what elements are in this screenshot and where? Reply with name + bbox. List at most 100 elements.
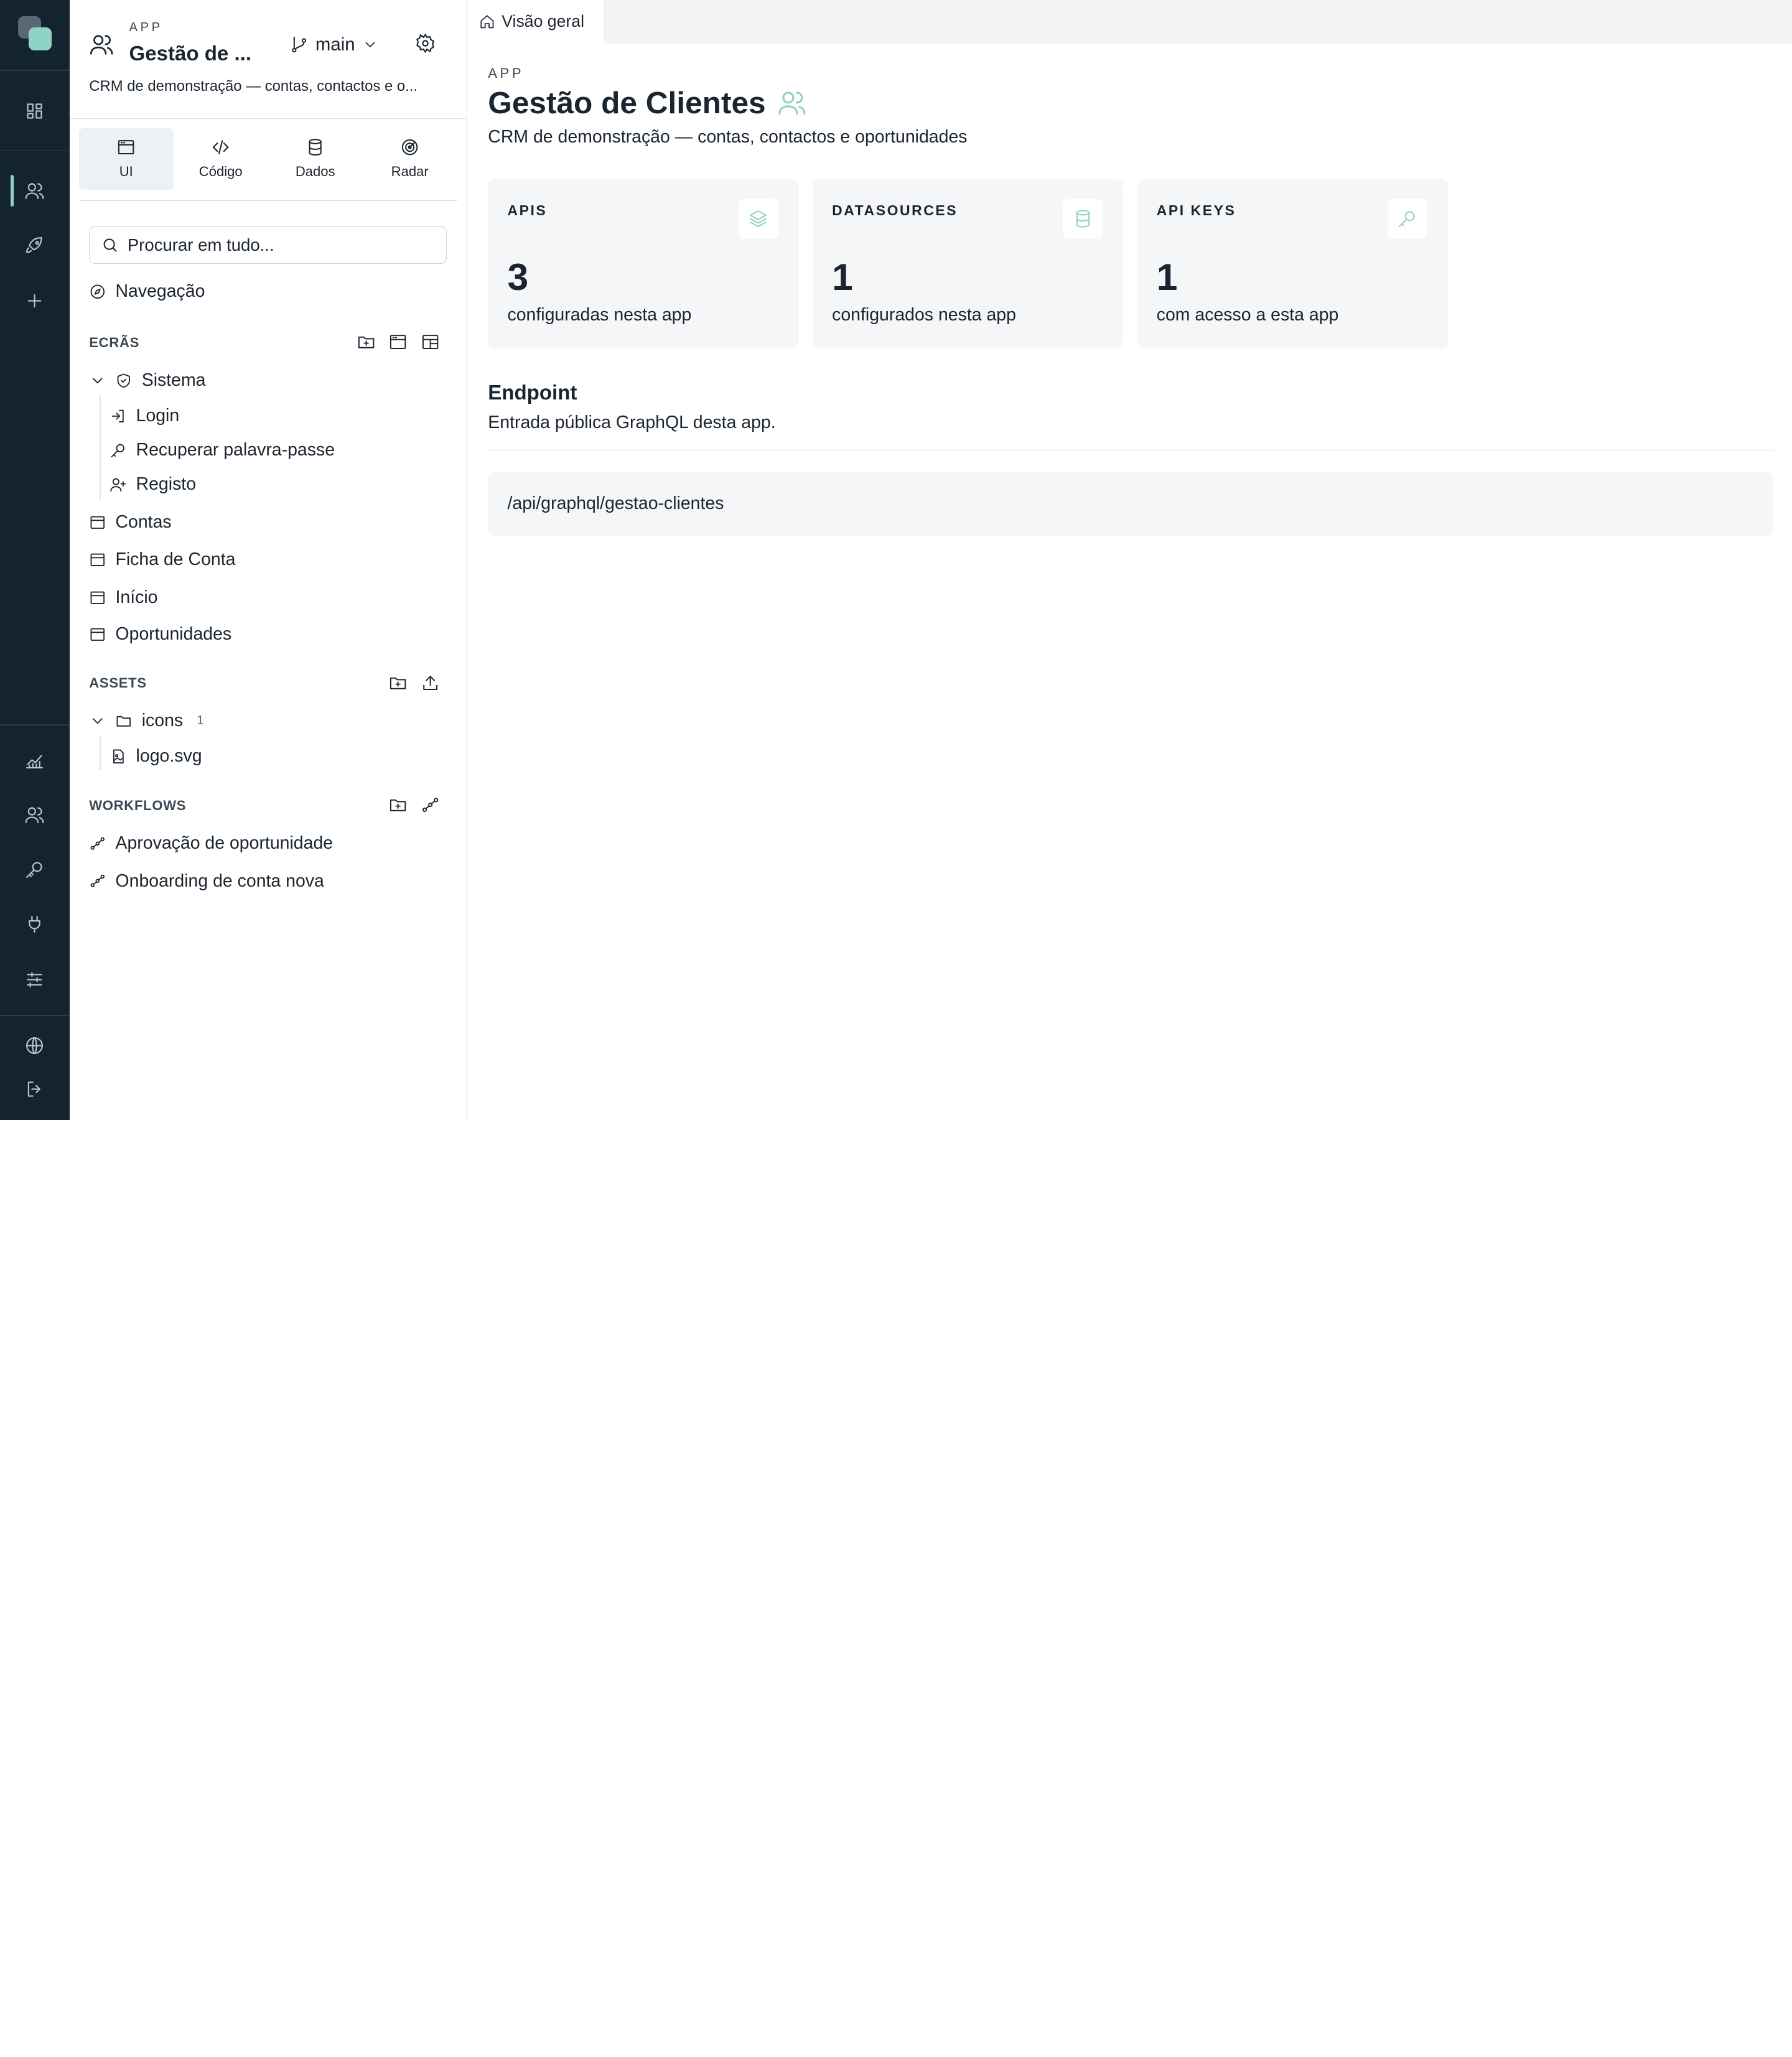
tab-visao-geral[interactable]: Visão geral: [469, 0, 604, 44]
tree-group-sistema[interactable]: Sistema: [89, 367, 205, 394]
app-kicker: APP: [129, 21, 163, 35]
layout-icon[interactable]: [421, 332, 440, 352]
app-name: Gestão de ...: [129, 42, 252, 66]
app-description: CRM de demonstração — contas, contactos …: [89, 78, 448, 95]
logout-icon[interactable]: [0, 1066, 70, 1112]
divider: [79, 200, 457, 201]
card-label: APIS: [507, 202, 547, 219]
endpoint-title: Endpoint: [488, 381, 577, 405]
window-icon: [89, 514, 106, 531]
rail-divider: [0, 150, 70, 151]
editor-tabbar: Visão geral: [469, 0, 1792, 44]
card-value: 1: [832, 255, 853, 299]
page-title: Gestão de Clientes: [488, 85, 765, 121]
rail-divider: [0, 724, 70, 725]
tree-item-ficha-de-conta[interactable]: Ficha de Conta: [89, 546, 235, 574]
chart-icon[interactable]: [0, 737, 70, 783]
users-icon[interactable]: [0, 168, 70, 213]
card-caption: com acesso a esta app: [1157, 305, 1339, 325]
endpoint-path[interactable]: /api/graphql/gestao-clientes: [488, 472, 1772, 536]
tab-radar[interactable]: Radar: [363, 128, 457, 190]
tab-label: UI: [119, 164, 133, 180]
gear-icon[interactable]: [415, 33, 436, 58]
plug-icon[interactable]: [0, 902, 70, 947]
tree-label: logo.svg: [136, 746, 202, 767]
tree-item-oportunidades[interactable]: Oportunidades: [89, 620, 231, 648]
tab-codigo[interactable]: Código: [174, 128, 268, 190]
key-icon[interactable]: [0, 847, 70, 892]
user-plus-icon: [110, 476, 127, 493]
git-branch-icon: [289, 35, 309, 54]
navigation-item[interactable]: Navegação: [89, 278, 205, 305]
tree-guide: [100, 736, 101, 770]
key-icon: [1388, 199, 1427, 239]
tree-label: Recuperar palavra-passe: [136, 440, 335, 460]
search-box[interactable]: [89, 226, 447, 264]
login-icon: [110, 408, 127, 425]
assets-actions: [388, 673, 440, 693]
rocket-icon[interactable]: [0, 223, 70, 268]
navigation-label: Navegação: [115, 281, 205, 302]
card-label: API KEYS: [1157, 202, 1236, 219]
rail-divider: [0, 1015, 70, 1016]
users-icon: [89, 32, 114, 62]
tree-item-registo[interactable]: Registo: [110, 471, 196, 498]
tab-dados[interactable]: Dados: [268, 128, 363, 190]
section-assets-title: ASSETS: [89, 675, 147, 691]
workflows-actions: [388, 795, 440, 814]
team-icon[interactable]: [0, 792, 70, 837]
home-icon: [479, 14, 495, 30]
tree-item-login[interactable]: Login: [110, 403, 179, 430]
tree-label: Ficha de Conta: [115, 549, 235, 570]
stat-card-apis[interactable]: APIS 3 configuradas nesta app: [488, 179, 799, 348]
sliders-icon[interactable]: [0, 956, 70, 1002]
tree-item-inicio[interactable]: Início: [89, 584, 157, 612]
folder-plus-icon[interactable]: [388, 673, 408, 693]
search-input[interactable]: [128, 235, 425, 255]
icon-rail: [0, 0, 70, 1120]
folder-plus-icon[interactable]: [357, 332, 376, 352]
card-value: 3: [507, 255, 528, 299]
branch-selector[interactable]: main: [289, 32, 378, 57]
tab-ui[interactable]: UI: [79, 128, 174, 190]
stat-card-api-keys[interactable]: API KEYS 1 com acesso a esta app: [1137, 179, 1449, 348]
rail-divider: [0, 70, 70, 71]
card-value: 1: [1157, 255, 1178, 299]
tree-item-logo-svg[interactable]: logo.svg: [110, 743, 202, 770]
stat-card-datasources[interactable]: DATASOURCES 1 configurados nesta app: [813, 179, 1124, 348]
dashboard-icon[interactable]: [0, 88, 70, 133]
sidebar-tabs: UI Código Dados Radar: [79, 128, 457, 191]
logo[interactable]: [18, 16, 52, 53]
tree-guide: [100, 395, 101, 500]
tab-label: Código: [199, 164, 243, 180]
workflow-item-onboarding[interactable]: Onboarding de conta nova: [89, 867, 324, 895]
card-caption: configurados nesta app: [832, 305, 1016, 325]
page-title-row: Gestão de Clientes: [488, 85, 806, 121]
upload-icon[interactable]: [421, 673, 440, 693]
window-icon: [89, 589, 106, 607]
workflow-icon[interactable]: [421, 795, 440, 814]
workflow-item-aprovacao[interactable]: Aprovação de oportunidade: [89, 829, 333, 857]
globe-icon[interactable]: [0, 1023, 70, 1068]
tree-label: Sistema: [142, 370, 206, 391]
layers-icon: [739, 199, 778, 239]
app-sidebar: APP Gestão de ... main CRM de demonstraç…: [70, 0, 467, 1120]
card-caption: configuradas nesta app: [507, 305, 691, 325]
section-workflows-title: WORKFLOWS: [89, 798, 186, 814]
workflow-icon: [89, 835, 106, 852]
chevron-down-icon: [362, 37, 378, 53]
window-icon[interactable]: [388, 332, 408, 352]
image-file-icon: [110, 748, 127, 765]
tree-folder-icons[interactable]: icons 1: [89, 707, 203, 735]
branch-name: main: [315, 34, 355, 55]
radar-icon: [400, 138, 419, 157]
chevron-down-icon: [89, 712, 106, 730]
shield-check-icon: [115, 372, 133, 389]
main-panel: Visão geral APP Gestão de Clientes CRM d…: [469, 0, 1792, 1120]
app-header: APP Gestão de ... main CRM de demonstraç…: [70, 0, 466, 119]
folder-plus-icon[interactable]: [388, 795, 408, 814]
key-icon: [110, 442, 127, 459]
plus-icon[interactable]: [0, 278, 70, 323]
tree-item-contas[interactable]: Contas: [89, 508, 171, 536]
tree-item-recuperar[interactable]: Recuperar palavra-passe: [110, 437, 335, 464]
